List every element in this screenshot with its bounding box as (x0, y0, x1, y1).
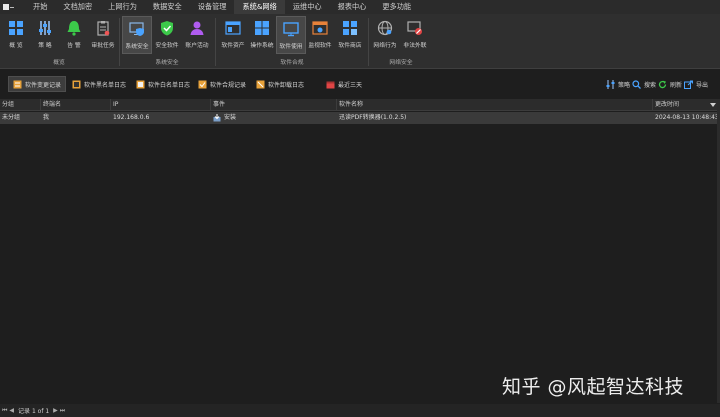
menu-start[interactable]: 开始 (25, 0, 55, 14)
export-button[interactable]: 导出 (680, 76, 712, 92)
eye-window-icon (311, 19, 329, 37)
alert-button[interactable]: 告 警 (59, 16, 89, 54)
ribbon-separator (368, 18, 369, 66)
column-header-terminal[interactable]: 终端名 (41, 99, 111, 111)
monitor-shield-icon (128, 20, 146, 38)
globe-icon (376, 19, 394, 37)
tab-software-change-log[interactable]: 软件变更记录 (8, 76, 67, 92)
cell-terminal: 我 (43, 114, 50, 121)
ribbon-separator (119, 18, 120, 66)
date-range-selector[interactable]: 最近三天 (322, 76, 366, 92)
menu-data-security[interactable]: 数据安全 (145, 0, 190, 14)
log-icon (13, 80, 22, 89)
prev-page-icon[interactable]: ◀ (9, 407, 14, 414)
menu-device-management[interactable]: 设备管理 (190, 0, 235, 14)
store-icon (341, 19, 359, 37)
group-title-network-security: 网络安全 (389, 60, 413, 66)
table-row[interactable]: 未分组 我 192.168.0.6 安装 迅读PDF转换器(1.0.2.5) 2… (0, 112, 719, 124)
software-usage-button[interactable]: 软件使用 (276, 16, 306, 54)
account-activity-button[interactable]: 账户活动 (182, 16, 212, 54)
ribbon-group-network-security: 网络行为 非法外联 网络安全 (370, 14, 432, 69)
software-store-button[interactable]: 软件商店 (335, 16, 365, 54)
tab-uninstall-log[interactable]: 软件卸载日志 (252, 76, 308, 92)
cell-event: 安装 (211, 112, 337, 124)
group-title-system-security: 系统安全 (155, 60, 179, 66)
ribbon-group-overview: 概 览 策 略 告 警 审批任务 概览 (0, 14, 118, 69)
record-count: 记录 1 of 1 (18, 408, 50, 415)
check-doc-icon (198, 80, 207, 89)
table-header: 分组 终端名 IP 事件 软件名称 更改时间 (0, 99, 717, 111)
watermark: 知乎 @风起智达科技 (502, 376, 685, 398)
column-header-ip[interactable]: IP (111, 99, 211, 111)
bell-icon (65, 19, 83, 37)
column-header-time[interactable]: 更改时间 (653, 99, 717, 111)
list-icon (72, 80, 81, 89)
list-icon (136, 80, 145, 89)
menu-more[interactable]: 更多功能 (374, 0, 419, 14)
tab-compliance-record[interactable]: 软件合规记录 (194, 76, 250, 92)
tab-blacklist-log[interactable]: 软件黑名单日志 (68, 76, 130, 92)
toolbar: 软件变更记录 软件黑名单日志 软件白名单日志 软件合规记录 软件卸载日志 最近三… (0, 76, 720, 94)
ribbon: 概 览 策 略 告 警 审批任务 概览 系统安全 安全软件 账户活动 系统安全 … (0, 14, 720, 69)
menu-report-center[interactable]: 报表中心 (330, 0, 375, 14)
ribbon-separator (215, 18, 216, 66)
menu-doc-encryption[interactable]: 文档加密 (55, 0, 100, 14)
network-block-icon (406, 19, 424, 37)
window-icon (224, 19, 242, 37)
windows-icon (253, 19, 271, 37)
column-header-group[interactable]: 分组 (0, 99, 41, 111)
policy-button[interactable]: 策 略 (30, 16, 60, 54)
tab-whitelist-log[interactable]: 软件白名单日志 (132, 76, 194, 92)
column-header-software[interactable]: 软件名称 (337, 99, 653, 111)
sliders-icon (606, 79, 615, 89)
trash-icon (256, 80, 265, 89)
overview-button[interactable]: 概 览 (1, 16, 31, 54)
app-menu-icon[interactable] (3, 2, 17, 12)
software-assets-button[interactable]: 软件资产 (218, 16, 248, 54)
export-icon (684, 80, 693, 89)
clipboard-icon (94, 19, 112, 37)
cell-time: 2024-08-13 10:48:43 (655, 114, 719, 121)
network-behavior-button[interactable]: 网络行为 (370, 16, 400, 54)
cell-ip: 192.168.0.6 (113, 114, 150, 121)
menu-web-behavior[interactable]: 上网行为 (100, 0, 145, 14)
first-page-icon[interactable]: ⏮ (2, 407, 7, 415)
refresh-icon (658, 80, 667, 89)
os-button[interactable]: 操作系统 (247, 16, 277, 54)
illegal-outreach-button[interactable]: 非法外联 (400, 16, 430, 54)
sort-desc-icon (710, 103, 716, 107)
security-software-button[interactable]: 安全软件 (152, 16, 182, 54)
records-table: 分组 终端名 IP 事件 软件名称 更改时间 未分组 我 192.168.0.6… (0, 99, 719, 403)
system-security-button[interactable]: 系统安全 (122, 16, 152, 54)
monitor-software-button[interactable]: 监视软件 (305, 16, 335, 54)
group-title-overview: 概览 (53, 60, 65, 66)
column-header-event[interactable]: 事件 (211, 99, 337, 111)
user-icon (188, 19, 206, 37)
menu-system-network[interactable]: 系统&网络 (234, 0, 285, 14)
shield-icon (158, 19, 176, 37)
monitor-icon (282, 20, 300, 38)
cell-group: 未分组 (2, 114, 21, 121)
install-icon (213, 114, 221, 122)
sliders-icon (36, 19, 54, 37)
approval-tasks-button[interactable]: 审批任务 (88, 16, 118, 54)
calendar-icon (326, 80, 335, 89)
menu-bar: 开始 文档加密 上网行为 数据安全 设备管理 系统&网络 运维中心 报表中心 更… (0, 0, 720, 14)
ribbon-group-software-compliance: 软件资产 操作系统 软件使用 监视软件 软件商店 软件合规 (217, 14, 367, 69)
status-bar: ⏮ ◀ 记录 1 of 1 ▶ ⏭ (0, 404, 720, 417)
menu-ops-center[interactable]: 运维中心 (285, 0, 330, 14)
grid-icon (7, 19, 25, 37)
last-page-icon[interactable]: ⏭ (60, 407, 65, 415)
cell-software: 迅读PDF转换器(1.0.2.5) (339, 114, 407, 121)
search-icon (632, 79, 641, 89)
ribbon-group-system-security: 系统安全 安全软件 账户活动 系统安全 (121, 14, 213, 69)
group-title-software-compliance: 软件合规 (280, 60, 304, 66)
next-page-icon[interactable]: ▶ (53, 407, 58, 414)
